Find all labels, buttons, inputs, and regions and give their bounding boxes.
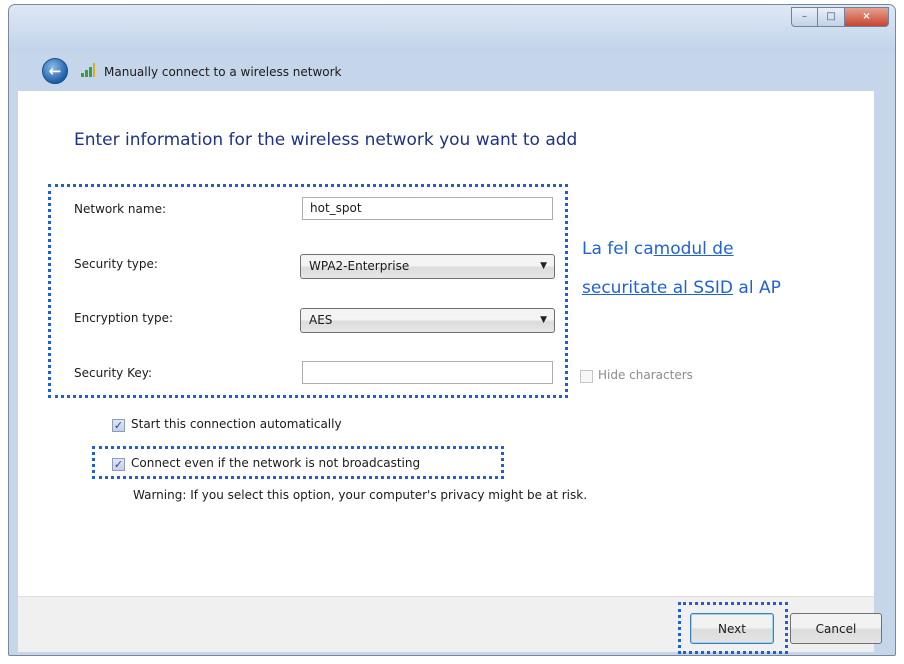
annotation-line-2: securitate al SSID al AP: [582, 278, 781, 298]
annotation-link-part1[interactable]: modul de: [654, 239, 734, 259]
hide-characters-checkbox[interactable]: [580, 370, 593, 383]
maximize-button[interactable]: □: [818, 7, 845, 27]
hide-characters-label: Hide characters: [598, 368, 693, 382]
start-automatically-label: Start this connection automatically: [131, 417, 342, 431]
title-bar: – □ ×: [9, 5, 895, 51]
page-heading: Enter information for the wireless netwo…: [74, 130, 578, 150]
highlight-network-fields: [48, 184, 568, 398]
start-automatically-checkbox[interactable]: ✓: [112, 419, 125, 432]
annotation-link-part2[interactable]: securitate al SSID: [582, 278, 733, 298]
dialog-title: Manually connect to a wireless network: [104, 65, 342, 79]
privacy-warning: Warning: If you select this option, your…: [133, 488, 588, 502]
annotation-suffix: al AP: [733, 278, 781, 298]
cancel-button[interactable]: Cancel: [790, 613, 882, 644]
back-arrow-icon[interactable]: ←: [42, 58, 68, 84]
highlight-broadcast-option: [92, 446, 504, 479]
annotation-line-1: La fel camodul de: [582, 239, 734, 259]
caption-buttons: – □ ×: [791, 7, 889, 27]
wireless-signal-icon: [80, 62, 96, 78]
minimize-button[interactable]: –: [791, 7, 818, 27]
highlight-next-button: [678, 602, 788, 654]
annotation-prefix: La fel ca: [582, 239, 654, 259]
close-button[interactable]: ×: [845, 7, 889, 27]
